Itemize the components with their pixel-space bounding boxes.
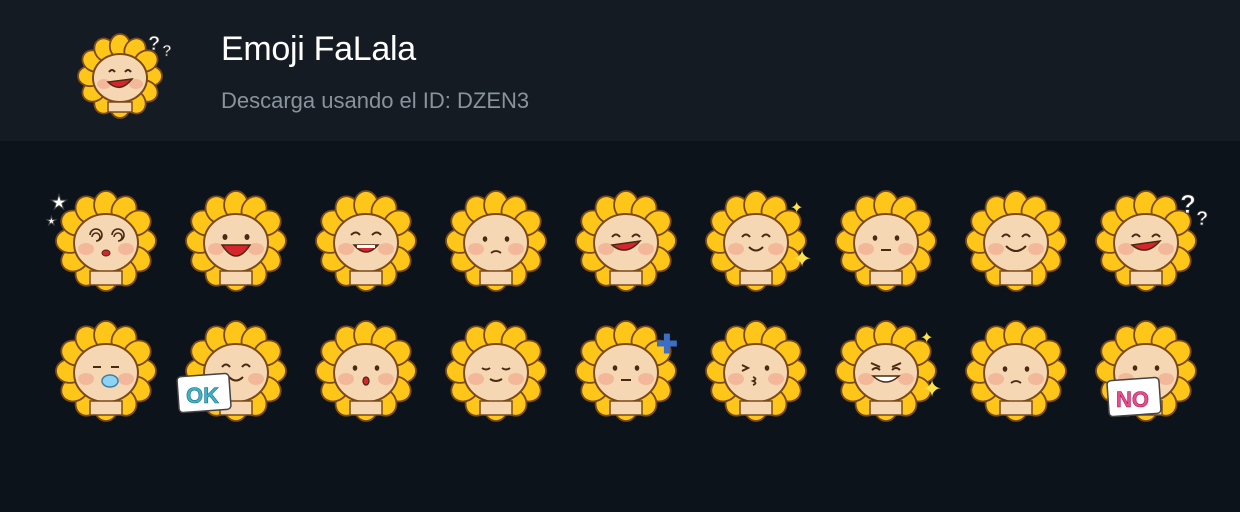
svg-text:✦: ✦ xyxy=(920,330,933,347)
svg-text:?: ? xyxy=(1196,208,1208,230)
neutral-sticker[interactable] xyxy=(824,181,948,301)
svg-text:✦: ✦ xyxy=(790,200,803,217)
pack-title: Emoji FaLala xyxy=(221,30,416,68)
evil-grin-sticker[interactable]: ✦ ✦ xyxy=(824,311,948,431)
sparkle-thumbs-sticker[interactable]: ✦ ✦ xyxy=(694,181,818,301)
happy-teeth-sticker[interactable] xyxy=(304,181,428,301)
svg-text:NO: NO xyxy=(1116,387,1149,412)
smile-sticker[interactable] xyxy=(564,181,688,301)
svg-text:★: ★ xyxy=(46,214,57,228)
drool-sticker[interactable] xyxy=(44,311,168,431)
smug-sticker[interactable] xyxy=(434,311,558,431)
big-laugh-sticker[interactable] xyxy=(174,181,298,301)
sweat-thinking-sticker[interactable] xyxy=(954,311,1078,431)
grin-sticker[interactable] xyxy=(954,181,1078,301)
svg-text:OK: OK xyxy=(186,383,219,408)
svg-text:✦: ✦ xyxy=(792,246,812,273)
sticker-grid: ★ ★ ✦ ✦ ? ? OK ✚ ✦ ✦ NO xyxy=(0,141,1240,512)
kiss-sticker[interactable] xyxy=(694,311,818,431)
angry-vein-sticker[interactable]: ✚ xyxy=(564,311,688,431)
hand-on-face-sticker[interactable] xyxy=(434,181,558,301)
surprised-sticker[interactable] xyxy=(304,311,428,431)
pack-icon: ? ? xyxy=(76,24,182,120)
svg-text:?: ? xyxy=(148,33,160,55)
pack-header: ? ? Emoji FaLala Descarga usando el ID: … xyxy=(0,0,1240,141)
ok-sign-sticker[interactable]: OK xyxy=(174,311,298,431)
confused-sticker[interactable]: ?? xyxy=(1084,181,1208,301)
svg-text:★: ★ xyxy=(50,192,68,214)
svg-text:?: ? xyxy=(162,43,172,60)
dizzy-sticker[interactable]: ★ ★ xyxy=(44,181,168,301)
svg-text:✚: ✚ xyxy=(656,329,678,359)
no-sign-sticker[interactable]: NO xyxy=(1084,311,1208,431)
svg-text:?: ? xyxy=(1180,189,1196,219)
svg-text:✦: ✦ xyxy=(922,376,942,403)
pack-subtitle: Descarga usando el ID: DZEN3 xyxy=(221,88,530,113)
